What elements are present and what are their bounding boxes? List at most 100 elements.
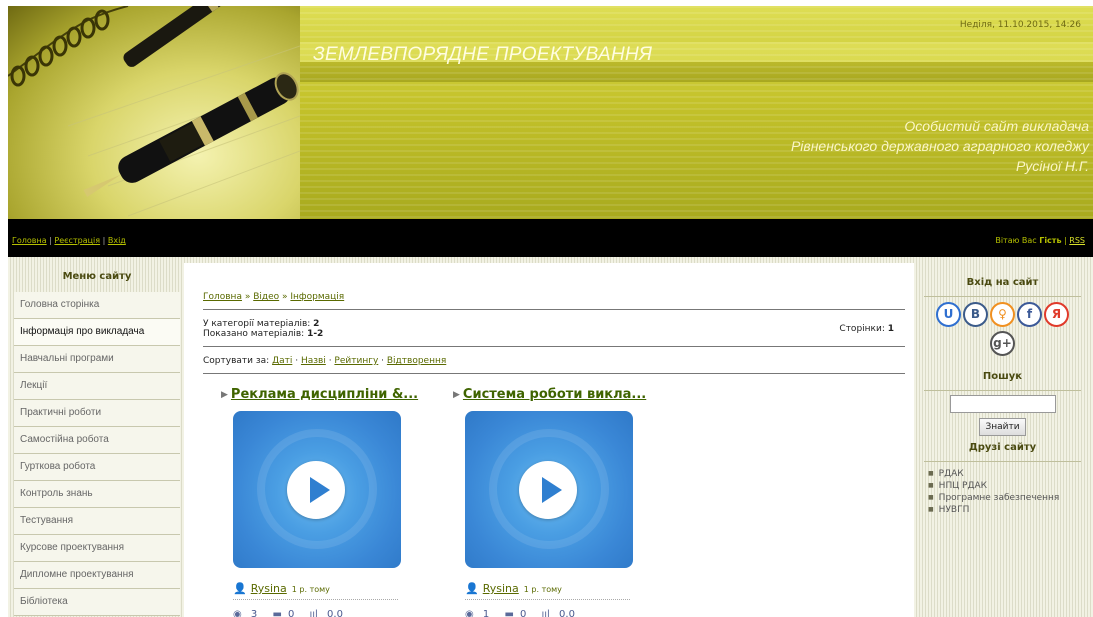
search-form: Знайти: [920, 395, 1085, 436]
sort-by-name[interactable]: Назві: [301, 356, 326, 366]
menu-item[interactable]: Тестування: [14, 508, 180, 535]
friends-title: Друзі сайту: [968, 442, 1037, 453]
views-count: ◉ 1: [465, 609, 495, 617]
triangle-right-icon: ▶: [453, 390, 460, 400]
dotted-divider: [233, 599, 398, 600]
views-value: 3: [250, 609, 258, 617]
subtitle-line: Русіної Н.Г.: [1015, 158, 1089, 174]
play-icon[interactable]: [519, 461, 577, 519]
page-current[interactable]: 1: [888, 324, 894, 334]
login-title: Вхід на сайт: [966, 277, 1039, 288]
divider: [924, 390, 1081, 391]
nav-greeting: Вітаю Вас Гість | RSS: [995, 236, 1085, 245]
comments-count: ▬ 0: [272, 609, 300, 617]
breadcrumb-info[interactable]: Інформація: [290, 292, 344, 302]
breadcrumb-video[interactable]: Відео: [253, 292, 279, 302]
menu-item[interactable]: Гурткова робота: [14, 454, 180, 481]
menu-item[interactable]: Бібліотека: [14, 589, 180, 616]
video-title: ▶ Система роботи викла...: [453, 387, 646, 402]
menu-item[interactable]: Самостійна робота: [14, 427, 180, 454]
eye-icon: ◉: [465, 609, 474, 617]
comments-value: 0: [287, 609, 295, 617]
subtitle-line: Особистий сайт викладача: [904, 118, 1089, 134]
divider: [203, 373, 905, 374]
menu-item[interactable]: Головна сторінка: [14, 292, 180, 319]
menu-item[interactable]: Дипломне проектування: [14, 562, 180, 589]
site-subtitle: Особистий сайт викладача Рівненського де…: [791, 116, 1089, 176]
subtitle-line: Рівненського державного аграрного коледж…: [790, 138, 1089, 154]
video-title: ▶ Реклама дисципліни &...: [221, 387, 418, 402]
top-navbar: Головна | Реєстрація | Вхід Вітаю Вас Гі…: [8, 219, 1093, 257]
shown-label: Показано матеріалів:: [203, 329, 305, 339]
sort-label: Сортувати за:: [203, 356, 270, 366]
video-age: 1 р. тому: [291, 585, 330, 594]
bar-chart-icon: ııl: [541, 609, 550, 617]
video-title-link[interactable]: Реклама дисципліни &...: [231, 387, 418, 402]
user-icon: 👤: [233, 582, 247, 595]
sort-by-plays[interactable]: Відтворення: [387, 356, 446, 366]
video-item: ▶ Реклама дисципліни &... 👤 Rysina 1 р. том…: [221, 387, 418, 617]
google-plus-icon[interactable]: g+: [990, 331, 1015, 356]
author-link[interactable]: Rysina: [251, 582, 287, 595]
current-date: Неділя, 11.10.2015, 14:26: [959, 20, 1081, 30]
video-meta: ◉ 1 ▬ 0 ııl 0.0: [465, 609, 587, 617]
bar-chart-icon: ııl: [309, 609, 318, 617]
video-thumbnail[interactable]: [233, 411, 401, 568]
rating: ııl 0.0: [310, 609, 349, 617]
menu-item[interactable]: Практичні роботи: [14, 400, 180, 427]
menu-title: Меню сайту: [62, 271, 132, 282]
friend-link[interactable]: НУВГП: [928, 504, 1077, 516]
menu-item[interactable]: Курсове проектування: [14, 535, 180, 562]
yandex-icon[interactable]: Я: [1044, 302, 1069, 327]
comments-value: 0: [519, 609, 527, 617]
friends-list: РДАКНПЦ РДАКПрограмне забезпеченняНУВГП: [920, 462, 1085, 516]
breadcrumb: Головна » Відео » Інформація: [203, 292, 345, 302]
header-stripes: [300, 6, 1093, 219]
menu-item[interactable]: Контроль знань: [14, 481, 180, 508]
rating-value: 0.0: [559, 609, 575, 617]
category-count: 2: [313, 319, 320, 329]
breadcrumb-home[interactable]: Головна: [203, 292, 242, 302]
search-input[interactable]: [949, 395, 1056, 413]
menu-item[interactable]: Інформація про викладача: [14, 319, 180, 346]
menu-item[interactable]: Лекції: [14, 373, 180, 400]
rss-link[interactable]: RSS: [1069, 236, 1085, 245]
views-value: 1: [482, 609, 490, 617]
facebook-icon[interactable]: f: [1017, 302, 1042, 327]
comment-icon: ▬: [504, 609, 514, 617]
comments-count: ▬ 0: [504, 609, 532, 617]
nav-links: Головна | Реєстрація | Вхід: [12, 236, 126, 245]
search-button[interactable]: Знайти: [979, 418, 1026, 436]
nav-link-login[interactable]: Вхід: [108, 236, 126, 245]
menu-item[interactable]: Навчальні програми: [14, 346, 180, 373]
header-pen-image: [8, 6, 300, 219]
friend-link[interactable]: НПЦ РДАК: [928, 480, 1077, 492]
ucoz-icon[interactable]: U: [936, 302, 961, 327]
right-sidebar: Вхід на сайт U B ♀ f Яg+ Пошук Знайти Друзі …: [920, 263, 1085, 516]
sort-by-rating[interactable]: Рейтингу: [334, 356, 378, 366]
category-count-row: У категорії матеріалів: 2: [203, 319, 323, 329]
comment-icon: ▬: [272, 609, 282, 617]
video-author: 👤 Rysina 1 р. тому: [465, 582, 562, 595]
user-icon: 👤: [465, 582, 479, 595]
odnoklassniki-icon[interactable]: ♀: [990, 302, 1015, 327]
divider: [924, 296, 1081, 297]
divider: [203, 346, 905, 347]
video-author: 👤 Rysina 1 р. тому: [233, 582, 330, 595]
friend-link[interactable]: РДАК: [928, 468, 1077, 480]
author-link[interactable]: Rysina: [483, 582, 519, 595]
left-sidebar: Меню сайту Головна сторінка Інформація пр…: [14, 263, 180, 616]
video-item: ▶ Система роботи викла... 👤 Rysina 1 р. том…: [453, 387, 646, 617]
play-icon[interactable]: [287, 461, 345, 519]
vkontakte-icon[interactable]: B: [963, 302, 988, 327]
greeting-user: Гість: [1039, 236, 1062, 245]
shown-range: 1-2: [307, 329, 324, 339]
friend-link[interactable]: Програмне забезпечення: [928, 492, 1077, 504]
nav-link-register[interactable]: Реєстрація: [54, 236, 100, 245]
site-header: Неділя, 11.10.2015, 14:26 ЗЕМЛЕВПОРЯДНЕ …: [8, 6, 1093, 219]
video-thumbnail[interactable]: [465, 411, 633, 568]
nav-link-home[interactable]: Головна: [12, 236, 47, 245]
video-title-link[interactable]: Система роботи викла...: [463, 387, 646, 402]
dotted-divider: [465, 599, 630, 600]
sort-by-date[interactable]: Даті: [272, 356, 292, 366]
